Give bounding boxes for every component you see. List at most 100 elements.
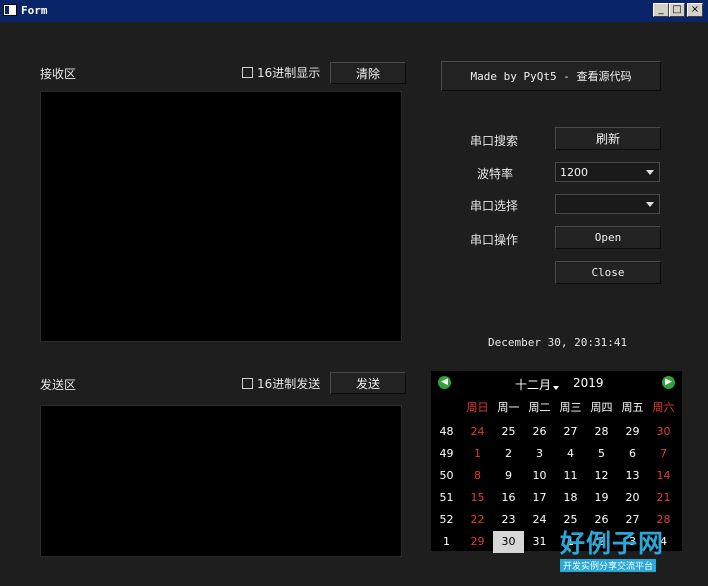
week-number-header xyxy=(431,397,462,419)
clear-button[interactable]: 清除 xyxy=(330,62,406,84)
weekday-label: 周六 xyxy=(652,401,675,414)
datetime-display: December 30, 20:31:41 xyxy=(488,336,628,349)
prev-month-icon[interactable]: ◀ xyxy=(438,376,451,389)
week-number: 49 xyxy=(439,447,454,460)
calendar-day[interactable]: 15 xyxy=(462,487,493,509)
calendar-week-row: 52 22 23 24 25 26 27 28 xyxy=(431,509,682,531)
checkbox-box[interactable] xyxy=(242,67,253,78)
calendar-day[interactable]: 27 xyxy=(555,421,586,443)
calendar-day[interactable]: 19 xyxy=(586,487,617,509)
week-number: 52 xyxy=(439,513,454,526)
calendar-day[interactable]: 14 xyxy=(648,465,679,487)
maximize-button[interactable]: □ xyxy=(669,3,685,17)
month-select[interactable]: 十二月 xyxy=(515,376,560,393)
week-number: 48 xyxy=(439,425,454,438)
weekday-label: 周一 xyxy=(497,401,520,414)
open-button[interactable]: Open xyxy=(555,226,661,249)
week-number: 51 xyxy=(439,491,454,504)
calendar-day[interactable]: 22 xyxy=(462,509,493,531)
month-label: 十二月 xyxy=(515,378,552,392)
serial-op-label: 串口操作 xyxy=(470,233,519,247)
close-window-button[interactable]: × xyxy=(687,3,703,17)
calendar-day[interactable]: 31 xyxy=(524,531,555,553)
calendar-widget: ◀ 十二月 2019 ▶ 周日 周一 周二 周三 周四 周五 周六 48 24 25 26 27 28… xyxy=(431,371,682,553)
calendar-day[interactable]: 6 xyxy=(617,443,648,465)
app-icon xyxy=(3,4,17,16)
weekday-label: 周二 xyxy=(528,401,551,414)
calendar-week-row: 48 24 25 26 27 28 29 30 xyxy=(431,421,682,443)
hex-display-checkbox[interactable]: 16进制显示 xyxy=(242,64,320,81)
year-label[interactable]: 2019 xyxy=(573,376,604,390)
receive-textarea[interactable] xyxy=(40,91,402,342)
watermark-main: 好例子网 xyxy=(560,529,665,558)
watermark-sub: 开发实例分享交流平台 xyxy=(560,559,657,572)
weekday-label: 周三 xyxy=(559,401,582,414)
title-bar: Form _ □ × xyxy=(0,0,708,22)
calendar-day[interactable]: 5 xyxy=(586,443,617,465)
calendar-day[interactable]: 26 xyxy=(586,509,617,531)
calendar-day[interactable]: 28 xyxy=(586,421,617,443)
weekday-header: 周日 周一 周二 周三 周四 周五 周六 xyxy=(431,397,682,419)
refresh-button[interactable]: 刷新 xyxy=(555,127,661,150)
calendar-day[interactable]: 9 xyxy=(493,465,524,487)
calendar-day[interactable]: 18 xyxy=(555,487,586,509)
chevron-down-icon xyxy=(646,170,654,175)
calendar-day[interactable]: 1 xyxy=(462,443,493,465)
hex-send-checkbox[interactable]: 16进制发送 xyxy=(242,375,320,392)
calendar-day[interactable]: 20 xyxy=(617,487,648,509)
calendar-day[interactable]: 16 xyxy=(493,487,524,509)
checkbox-box[interactable] xyxy=(242,378,253,389)
calendar-day[interactable]: 30 xyxy=(648,421,679,443)
hex-send-label: 16进制发送 xyxy=(257,377,321,391)
baud-rate-select[interactable]: 1200 xyxy=(555,162,660,182)
calendar-week-row: 51 15 16 17 18 19 20 21 xyxy=(431,487,682,509)
calendar-day[interactable]: 11 xyxy=(555,465,586,487)
next-month-icon[interactable]: ▶ xyxy=(662,376,675,389)
port-select-label: 串口选择 xyxy=(470,199,519,213)
calendar-day[interactable]: 13 xyxy=(617,465,648,487)
calendar-day[interactable]: 25 xyxy=(493,421,524,443)
weekday-label: 周五 xyxy=(621,401,644,414)
calendar-day[interactable]: 26 xyxy=(524,421,555,443)
calendar-day[interactable]: 24 xyxy=(462,421,493,443)
calendar-day[interactable]: 7 xyxy=(648,443,679,465)
week-number: 50 xyxy=(439,469,454,482)
calendar-day[interactable]: 29 xyxy=(617,421,648,443)
calendar-week-row: 50 8 9 10 11 12 13 14 xyxy=(431,465,682,487)
calendar-day[interactable]: 25 xyxy=(555,509,586,531)
port-select[interactable] xyxy=(555,194,660,214)
calendar-day[interactable]: 23 xyxy=(493,509,524,531)
chevron-down-icon xyxy=(646,202,654,207)
calendar-day[interactable]: 29 xyxy=(462,531,493,553)
calendar-day[interactable]: 10 xyxy=(524,465,555,487)
calendar-week-row: 49 1 2 3 4 5 6 7 xyxy=(431,443,682,465)
view-source-button[interactable]: Made by PyQt5 - 查看源代码 xyxy=(441,61,661,91)
close-port-button[interactable]: Close xyxy=(555,261,661,284)
serial-search-label: 串口搜索 xyxy=(470,134,519,148)
baud-rate-value: 1200 xyxy=(560,165,588,179)
send-textarea[interactable] xyxy=(40,405,402,557)
calendar-day[interactable]: 17 xyxy=(524,487,555,509)
watermark: 好例子网 开发实例分享交流平台 xyxy=(560,530,682,572)
send-button[interactable]: 发送 xyxy=(330,372,406,394)
calendar-day[interactable]: 3 xyxy=(524,443,555,465)
send-label: 发送区 xyxy=(40,378,77,392)
receive-label: 接收区 xyxy=(40,67,77,81)
window-title: Form xyxy=(21,4,48,17)
calendar-day[interactable]: 4 xyxy=(555,443,586,465)
baud-rate-label: 波特率 xyxy=(477,167,514,181)
calendar-day[interactable]: 12 xyxy=(586,465,617,487)
calendar-day[interactable]: 8 xyxy=(462,465,493,487)
chevron-down-icon xyxy=(553,385,560,390)
calendar-day[interactable]: 28 xyxy=(648,509,679,531)
calendar-day[interactable]: 2 xyxy=(493,443,524,465)
hex-display-label: 16进制显示 xyxy=(257,66,321,80)
calendar-day[interactable]: 27 xyxy=(617,509,648,531)
calendar-day-selected[interactable]: 30 xyxy=(493,531,524,553)
minimize-button[interactable]: _ xyxy=(653,3,669,17)
form-client: 接收区 16进制显示 清除 Made by PyQt5 - 查看源代码 串口搜索… xyxy=(0,22,708,586)
calendar-day[interactable]: 21 xyxy=(648,487,679,509)
calendar-day[interactable]: 24 xyxy=(524,509,555,531)
weekday-label: 周日 xyxy=(466,401,489,414)
week-number: 1 xyxy=(443,535,450,548)
